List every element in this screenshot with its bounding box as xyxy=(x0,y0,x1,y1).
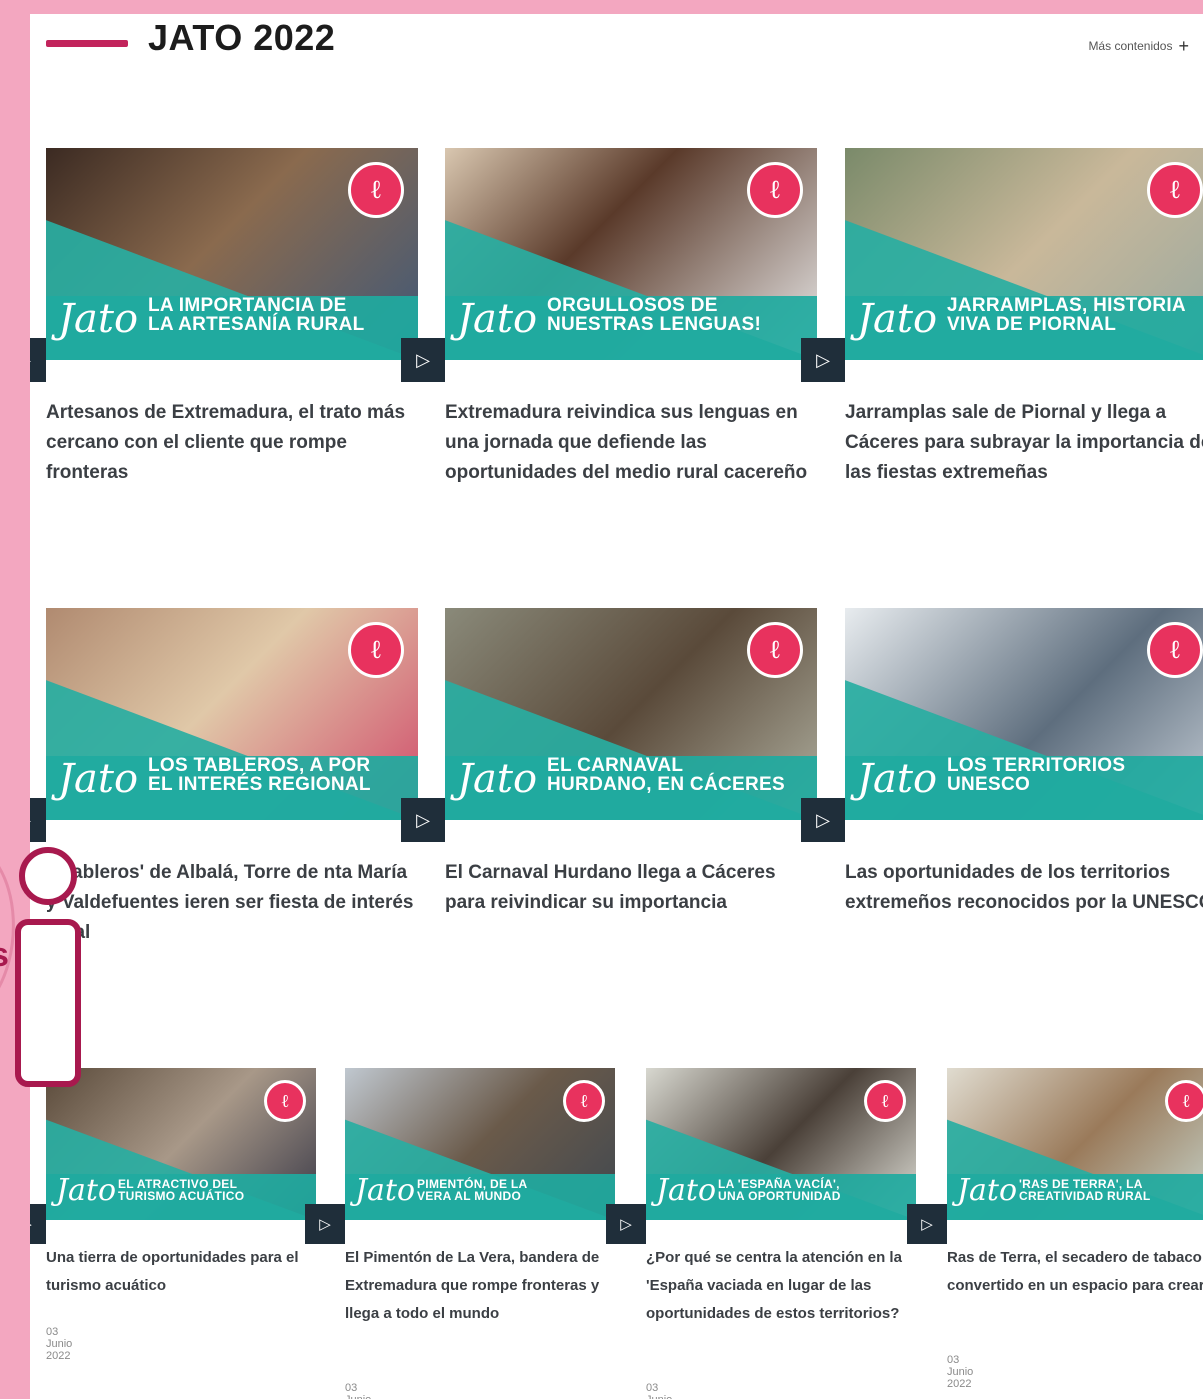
thumbnail-caption: LOS TERRITORIOS UNESCO xyxy=(947,756,1125,794)
caption-line-1: LA IMPORTANCIA DE xyxy=(148,295,347,316)
caption-line-2: NUESTRAS LENGUAS! xyxy=(547,314,762,335)
play-icon[interactable]: ▷ xyxy=(30,338,46,382)
channel-logo-icon: ℓ xyxy=(747,162,803,218)
caption-line-2: UNESCO xyxy=(947,774,1031,795)
caption-line-2: TURISMO ACUÁTICO xyxy=(118,1189,245,1203)
play-icon[interactable]: ▷ xyxy=(401,798,445,842)
caption-line-1: LOS TERRITORIOS xyxy=(947,755,1126,776)
channel-logo-icon: ℓ xyxy=(864,1080,906,1122)
channel-logo-icon: ℓ xyxy=(264,1080,306,1122)
more-content-label[interactable]: Más contenidos xyxy=(1088,39,1172,53)
play-icon[interactable]: ▷ xyxy=(401,338,445,382)
caption-line-2: EL INTERÉS REGIONAL xyxy=(148,774,371,795)
channel-logo-icon: ℓ xyxy=(1147,162,1203,218)
video-date: 03 Junio 2022 xyxy=(646,1382,672,1399)
plus-icon[interactable]: + xyxy=(1178,36,1189,56)
section-title: JATO 2022 xyxy=(148,17,336,58)
jato-watermark: Jato xyxy=(656,1173,717,1208)
video-title[interactable]: Las oportunidades de los territorios ext… xyxy=(845,858,1203,918)
thumbnail-caption: JARRAMPLAS, HISTORIA VIVA DE PIORNAL xyxy=(947,296,1186,334)
channel-logo-icon: ℓ xyxy=(747,622,803,678)
content-panel: JATO 2022 Más contenidos + Jato LA IMPORTA… xyxy=(30,14,1203,1399)
play-icon[interactable]: ▷ xyxy=(606,1204,646,1244)
jato-watermark: Jato xyxy=(957,1173,1018,1208)
caption-line-2: CREATIVIDAD RURAL xyxy=(1019,1189,1151,1203)
thumbnail-caption: LA 'ESPAÑA VACÍA', UNA OPORTUNIDAD xyxy=(718,1178,841,1202)
video-thumbnail[interactable]: Jato LA 'ESPAÑA VACÍA', UNA OPORTUNIDAD ℓ xyxy=(646,1068,916,1220)
section-accent-bar xyxy=(46,40,128,47)
play-icon[interactable]: ▷ xyxy=(801,338,845,382)
thumbnail-caption: EL ATRACTIVO DEL TURISMO ACUÁTICO xyxy=(118,1178,244,1202)
thumbnail-caption: ORGULLOSOS DE NUESTRAS LENGUAS! xyxy=(547,296,761,334)
video-thumbnail[interactable]: Jato PIMENTÓN, DE LA VERA AL MUNDO ℓ xyxy=(345,1068,615,1220)
jato-watermark: Jato xyxy=(857,756,938,802)
channel-logo-icon: ℓ xyxy=(563,1080,605,1122)
video-title[interactable]: Jarramplas sale de Piornal y llega a Các… xyxy=(845,398,1203,488)
channel-logo-icon: ℓ xyxy=(348,622,404,678)
caption-line-1: JARRAMPLAS, HISTORIA xyxy=(947,295,1186,316)
channel-logo-icon: ℓ xyxy=(348,162,404,218)
video-thumbnail[interactable]: Jato EL ATRACTIVO DEL TURISMO ACUÁTICO ℓ xyxy=(46,1068,316,1220)
play-icon[interactable]: ▷ xyxy=(801,798,845,842)
play-icon[interactable]: ▷ xyxy=(30,1204,46,1244)
channel-logo-icon: ℓ xyxy=(1165,1080,1203,1122)
thumbnail-caption: LOS TABLEROS, A POR EL INTERÉS REGIONAL xyxy=(148,756,371,794)
caption-line-2: UNA OPORTUNIDAD xyxy=(718,1189,841,1203)
thumbnail-caption: 'RAS DE TERRA', LA CREATIVIDAD RURAL xyxy=(1019,1178,1151,1202)
jato-watermark: Jato xyxy=(56,1173,117,1208)
video-thumbnail[interactable]: Jato JARRAMPLAS, HISTORIA VIVA DE PIORNAL ℓ xyxy=(845,148,1203,360)
caption-line-2: VIVA DE PIORNAL xyxy=(947,314,1117,335)
video-date: 03 Junio 2022 xyxy=(46,1326,73,1362)
video-thumbnail[interactable]: Jato ORGULLOSOS DE NUESTRAS LENGUAS! ℓ xyxy=(445,148,817,360)
more-content-link[interactable]: Más contenidos + xyxy=(1088,36,1189,57)
thumbnail-caption: PIMENTÓN, DE LA VERA AL MUNDO xyxy=(417,1178,528,1202)
video-thumbnail[interactable]: Jato 'RAS DE TERRA', LA CREATIVIDAD RURAL ℓ xyxy=(947,1068,1203,1220)
video-title[interactable]: El Pimentón de La Vera, bandera de Extre… xyxy=(345,1244,617,1328)
caption-line-1: LOS TABLEROS, A POR xyxy=(148,755,371,776)
caption-line-2: VERA AL MUNDO xyxy=(417,1189,522,1203)
channel-logo-icon: ℓ xyxy=(1147,622,1203,678)
caption-line-2: LA ARTESANÍA RURAL xyxy=(148,314,365,335)
thumbnail-caption: EL CARNAVAL HURDANO, EN CÁCERES xyxy=(547,756,785,794)
video-date: 03 Junio 2022 xyxy=(947,1354,974,1390)
svg-text:s: s xyxy=(0,936,9,974)
jato-watermark: Jato xyxy=(58,756,139,802)
jato-watermark: Jato xyxy=(457,756,538,802)
caption-line-1: ORGULLOSOS DE xyxy=(547,295,718,316)
video-title[interactable]: Extremadura reivindica sus lenguas en un… xyxy=(445,398,817,488)
thumbnail-caption: LA IMPORTANCIA DE LA ARTESANÍA RURAL xyxy=(148,296,365,334)
jato-watermark: Jato xyxy=(58,296,139,342)
video-title[interactable]: Artesanos de Extremadura, el trato más c… xyxy=(46,398,418,488)
play-icon[interactable]: ▷ xyxy=(30,798,46,842)
caption-line-2: HURDANO, EN CÁCERES xyxy=(547,774,785,795)
video-thumbnail[interactable]: Jato LOS TABLEROS, A POR EL INTERÉS REGION… xyxy=(46,608,418,820)
video-title[interactable]: Ras de Terra, el secadero de tabaco conv… xyxy=(947,1244,1203,1300)
jato-watermark: Jato xyxy=(857,296,938,342)
video-thumbnail[interactable]: Jato EL CARNAVAL HURDANO, EN CÁCERES ℓ xyxy=(445,608,817,820)
video-title[interactable]: s Tableros' de Albalá, Torre de nta Marí… xyxy=(46,858,418,948)
caption-line-1: EL CARNAVAL xyxy=(547,755,684,776)
video-title[interactable]: Una tierra de oportunidades para el turi… xyxy=(46,1244,318,1300)
jato-watermark: Jato xyxy=(457,296,538,342)
play-icon[interactable]: ▷ xyxy=(305,1204,345,1244)
play-icon[interactable]: ▷ xyxy=(907,1204,947,1244)
video-title[interactable]: ¿Por qué se centra la atención en la 'Es… xyxy=(646,1244,918,1328)
video-title[interactable]: El Carnaval Hurdano llega a Cáceres para… xyxy=(445,858,817,918)
person-illustration: s xyxy=(0,847,81,1087)
video-thumbnail[interactable]: Jato LOS TERRITORIOS UNESCO ℓ xyxy=(845,608,1203,820)
video-thumbnail[interactable]: Jato LA IMPORTANCIA DE LA ARTESANÍA RURAL ℓ xyxy=(46,148,418,360)
video-date: 03 Junio 2022 xyxy=(345,1382,371,1399)
jato-watermark: Jato xyxy=(355,1173,416,1208)
